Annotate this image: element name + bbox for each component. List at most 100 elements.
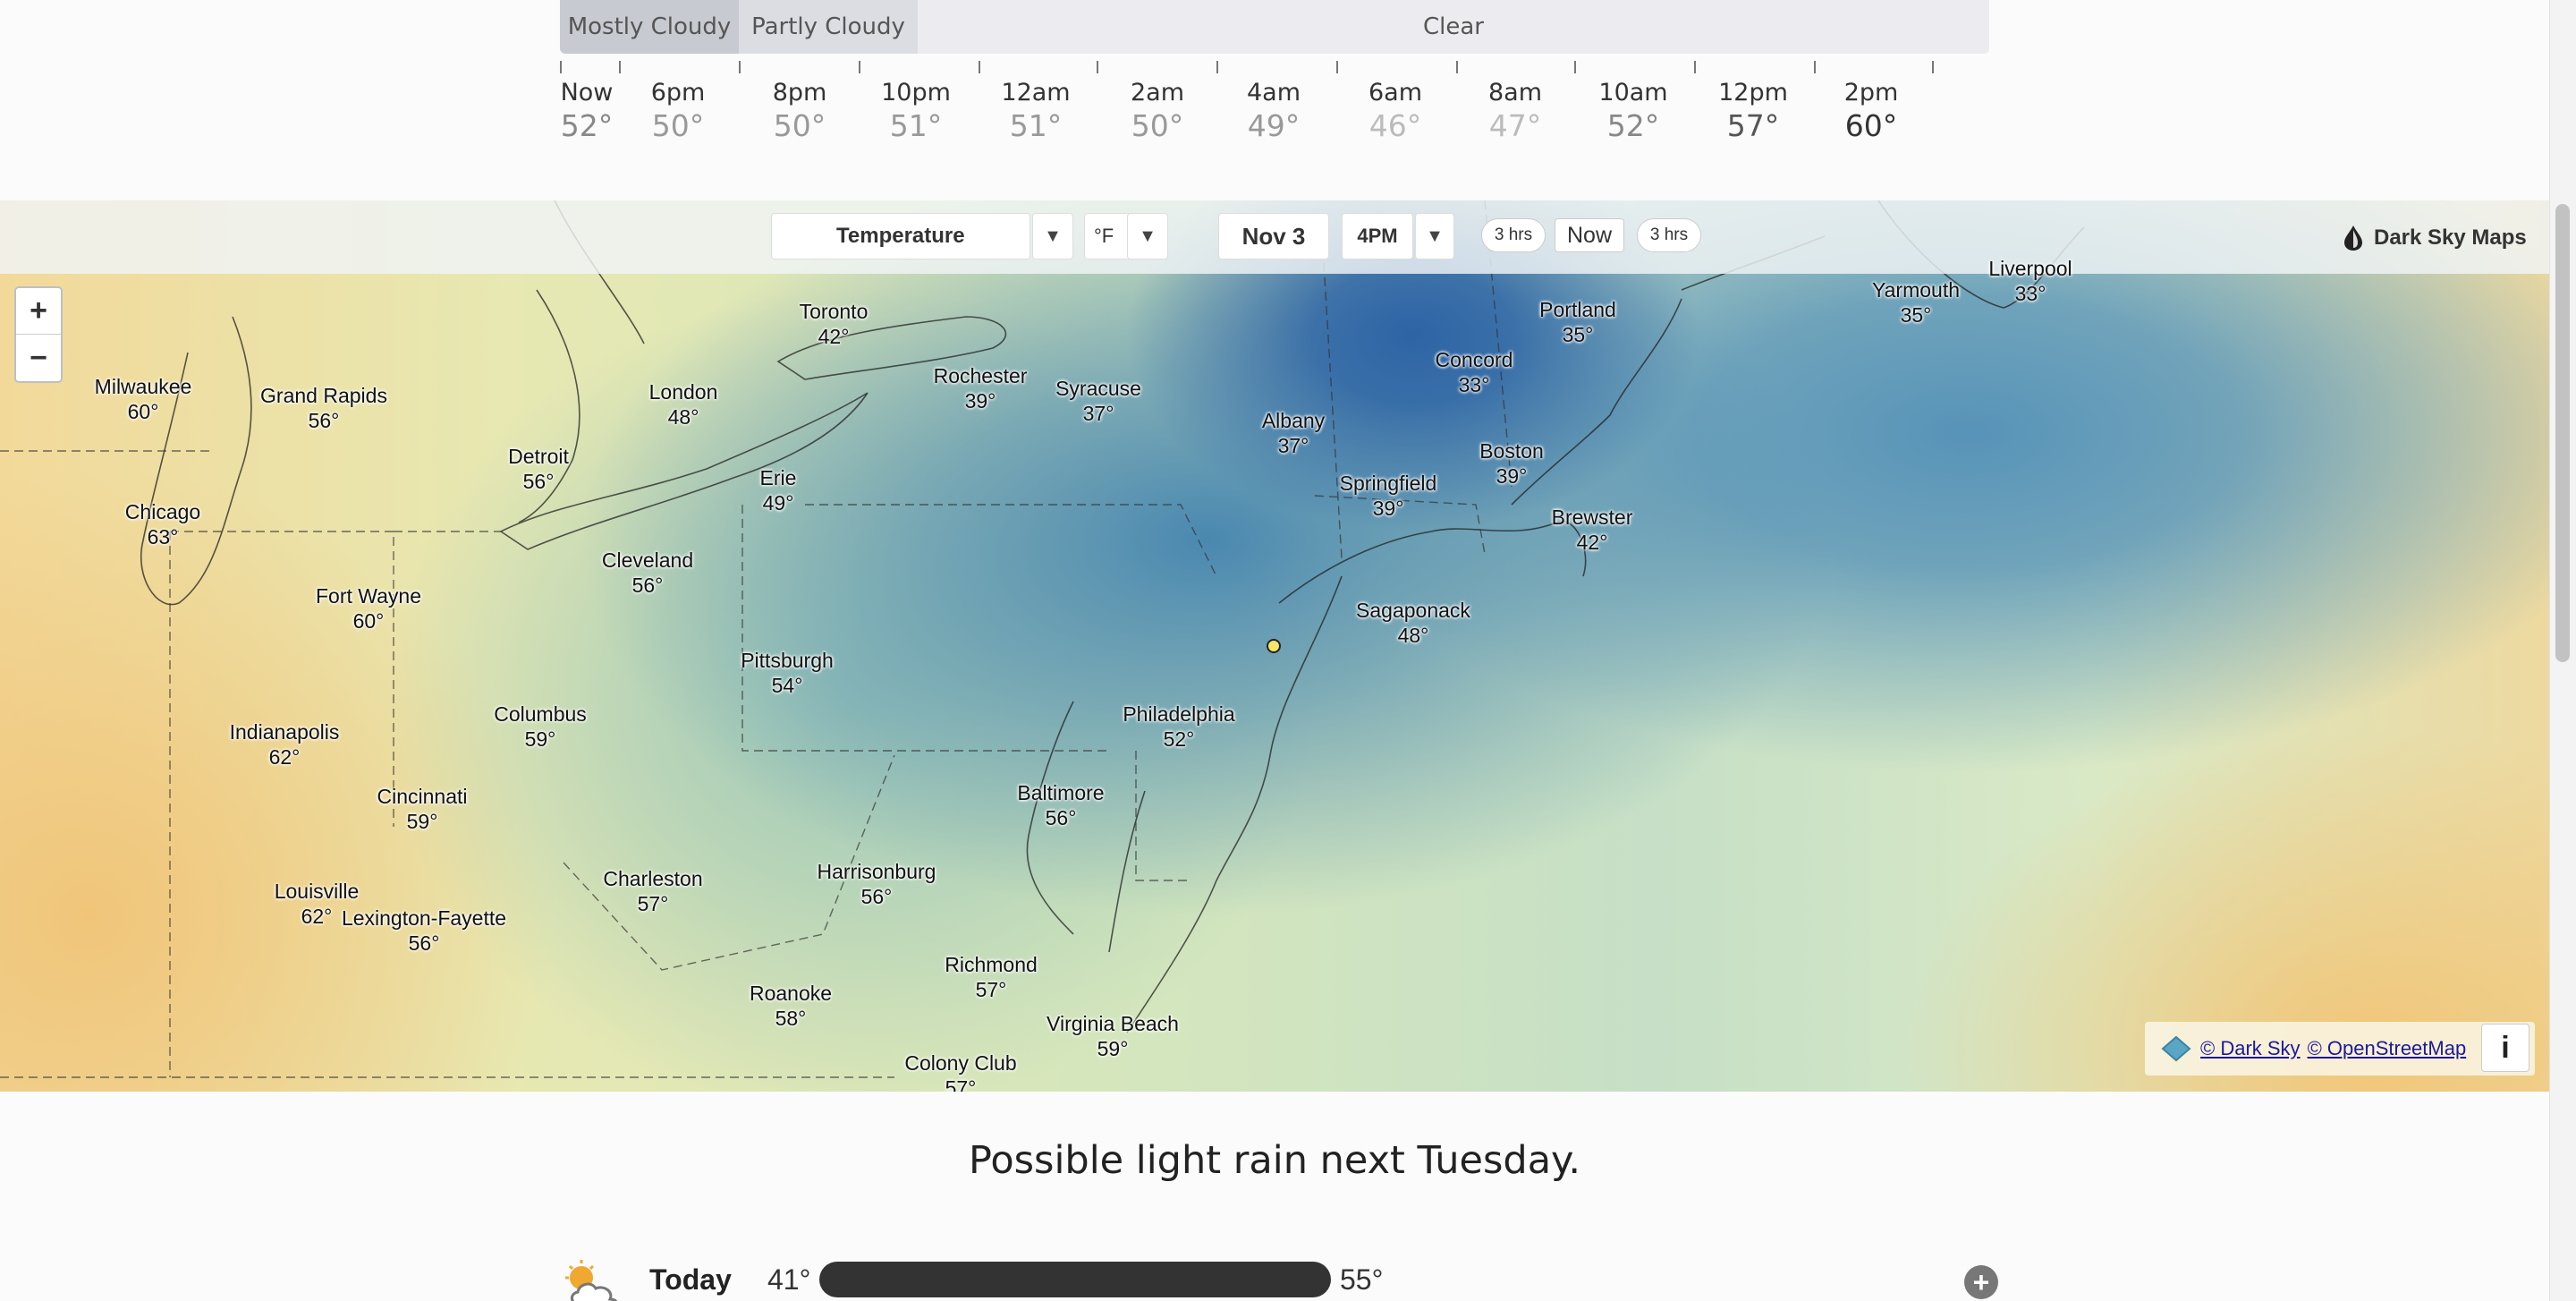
- timeline-tick: [1097, 61, 1098, 73]
- hour-column: 2pm 60°: [1818, 79, 1925, 143]
- hour-column: 6pm 50°: [624, 79, 732, 143]
- city-temp: 59°: [1097, 1037, 1129, 1060]
- forecast-summary: Possible light rain next Tuesday.: [968, 1138, 1581, 1183]
- city-name: Rochester: [933, 364, 1028, 387]
- city-label: Cleveland 56°: [602, 548, 693, 598]
- city-temp: 39°: [1372, 497, 1404, 520]
- hour-label: 12pm: [1718, 79, 1788, 106]
- city-name: Erie: [759, 466, 797, 489]
- city-name: Roanoke: [749, 982, 833, 1005]
- city-temp: 57°: [975, 978, 1007, 1001]
- hour-label: 8pm: [772, 79, 827, 106]
- hour-label: 6am: [1368, 79, 1423, 106]
- timeline-tick: [979, 61, 980, 73]
- timeline-tick: [739, 61, 741, 73]
- time-select[interactable]: 4PM: [1342, 213, 1413, 259]
- zoom-in-button[interactable]: +: [16, 288, 61, 335]
- hour-column: 12am 51°: [982, 79, 1089, 143]
- hour-label: 4am: [1246, 79, 1301, 106]
- hour-column: 12pm 57°: [1699, 79, 1807, 143]
- hour-label: 6pm: [650, 79, 706, 106]
- city-label: Portland 35°: [1539, 297, 1616, 347]
- city-temp: 48°: [1397, 624, 1429, 647]
- hour-column: 8pm 50°: [746, 79, 853, 143]
- city-name: Grand Rapids: [260, 384, 387, 407]
- city-temp: 57°: [945, 1076, 977, 1092]
- city-name: Philadelphia: [1123, 702, 1235, 726]
- layers-icon: [2161, 1035, 2191, 1062]
- city-name: Concord: [1435, 348, 1513, 371]
- city-label: Toronto 42°: [800, 299, 869, 349]
- time-dropdown-arrow[interactable]: ▼: [1415, 213, 1454, 259]
- hour-temp: 50°: [651, 108, 705, 143]
- scrollbar-thumb[interactable]: [2555, 204, 2570, 662]
- city-name: Harrisonburg: [817, 860, 936, 883]
- city-label: Syracuse 37°: [1055, 376, 1141, 426]
- city-label: Cincinnati 59°: [377, 784, 468, 834]
- hour-temp: 51°: [889, 108, 943, 143]
- city-temp: 49°: [762, 491, 794, 514]
- date-select[interactable]: Nov 3: [1218, 213, 1329, 259]
- city-label: Detroit 56°: [508, 444, 569, 494]
- layer-select[interactable]: Temperature: [771, 213, 1030, 259]
- back-3hrs-button[interactable]: 3 hrs: [1481, 218, 1546, 252]
- hour-column: 6am 46°: [1342, 79, 1449, 143]
- hour-temp: 49°: [1247, 108, 1301, 143]
- city-label: Virginia Beach 59°: [1046, 1011, 1179, 1061]
- city-label: Milwaukee 60°: [95, 374, 192, 424]
- city-label: Grand Rapids 56°: [260, 383, 387, 433]
- city-name: Albany: [1261, 409, 1326, 432]
- city-name: Yarmouth: [1871, 278, 1961, 302]
- openstreetmap-link[interactable]: © OpenStreetMap: [2308, 1037, 2467, 1060]
- hour-column: 4am 49°: [1220, 79, 1327, 143]
- daily-row-today[interactable]: Today 41° 55° +: [560, 1253, 2009, 1301]
- high-temp: 55°: [1340, 1263, 1384, 1296]
- temperature-map[interactable]: Temperature ▼ °F ▼ Nov 3 4PM ▼ 3 hrs Now…: [0, 200, 2549, 1092]
- city-label: Boston 39°: [1479, 438, 1544, 489]
- city-label: Baltimore 56°: [1017, 780, 1104, 830]
- city-temp: 39°: [964, 389, 996, 412]
- city-name: Indianapolis: [229, 720, 340, 744]
- zoom-out-button[interactable]: −: [16, 335, 61, 381]
- dark-sky-link[interactable]: © Dark Sky: [2200, 1037, 2301, 1060]
- city-temp: 37°: [1082, 402, 1114, 425]
- hour-temp: 60°: [1844, 108, 1898, 143]
- city-name: Charleston: [603, 867, 703, 890]
- city-label: Fort Wayne 60°: [316, 583, 421, 633]
- hourly-timeline: Now 52° 6pm 50° 8pm 50° 10pm 51° 12am 51° 2am 50° 4a…: [537, 79, 1968, 150]
- city-name: Boston: [1479, 439, 1544, 463]
- city-label: Springfield 39°: [1340, 471, 1437, 521]
- city-temp: 35°: [1900, 303, 1932, 327]
- city-temp: 33°: [2014, 282, 2046, 305]
- timeline-tick: [619, 61, 621, 73]
- now-button[interactable]: Now: [1555, 218, 1624, 252]
- city-name: Detroit: [508, 445, 569, 468]
- city-label: Richmond 57°: [945, 952, 1038, 1002]
- map-info-button[interactable]: i: [2481, 1024, 2529, 1072]
- hour-temp: 52°: [1606, 108, 1660, 143]
- low-temp: 41°: [767, 1263, 811, 1296]
- condition-partly-cloudy: Partly Cloudy: [739, 0, 918, 54]
- city-label: Harrisonburg 56°: [818, 859, 936, 909]
- city-label: Charleston 57°: [603, 866, 702, 916]
- timeline-tick: [1456, 61, 1458, 73]
- city-label: Chicago 63°: [125, 499, 200, 549]
- city-label: Lexington-Fayette 56°: [342, 906, 506, 956]
- city-name: Richmond: [945, 953, 1038, 976]
- hour-column: 2am 50°: [1104, 79, 1211, 143]
- city-name: Fort Wayne: [315, 584, 422, 608]
- city-temp: 57°: [637, 892, 669, 915]
- expand-day-button[interactable]: +: [1964, 1265, 1998, 1299]
- page-scrollbar[interactable]: [2549, 0, 2576, 1301]
- city-temp: 35°: [1562, 323, 1594, 346]
- city-label: Philadelphia 52°: [1123, 702, 1234, 752]
- forward-3hrs-button[interactable]: 3 hrs: [1637, 218, 1701, 252]
- layer-dropdown-arrow[interactable]: ▼: [1032, 213, 1073, 259]
- timeline-tick: [1694, 61, 1696, 73]
- timeline-tick: [1574, 61, 1576, 73]
- hour-label: 2am: [1130, 79, 1185, 106]
- dark-sky-maps-logo[interactable]: Dark Sky Maps: [2343, 220, 2527, 256]
- day-label: Today: [649, 1263, 732, 1296]
- unit-dropdown-arrow[interactable]: ▼: [1127, 213, 1168, 259]
- hour-column: 10am 52°: [1580, 79, 1687, 143]
